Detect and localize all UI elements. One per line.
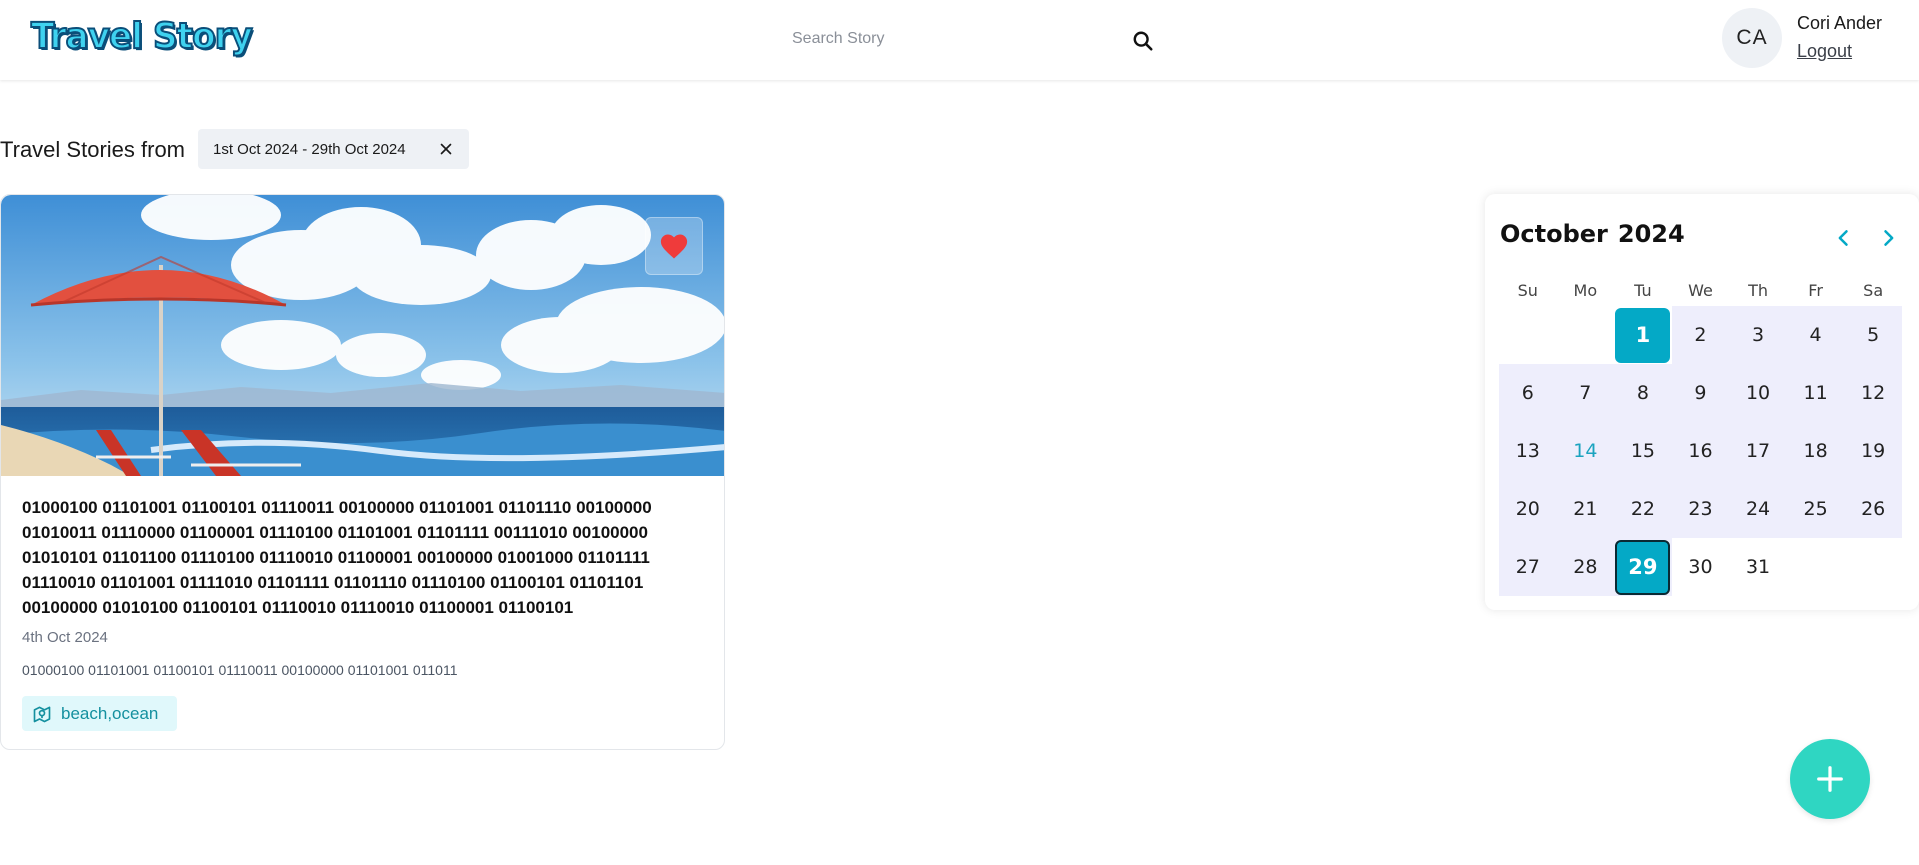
calendar-day[interactable]: 12: [1844, 364, 1902, 422]
calendar-day[interactable]: 27: [1499, 538, 1557, 596]
weekday-label: Su: [1517, 280, 1538, 300]
weekday-label: We: [1688, 280, 1713, 300]
calendar-day[interactable]: 17: [1729, 422, 1787, 480]
calendar-day[interactable]: 23: [1671, 480, 1730, 538]
calendar-year: 2024: [1617, 220, 1685, 248]
story-date: 4th Oct 2024: [22, 629, 108, 646]
avatar: CA: [1722, 8, 1782, 68]
weekday-label: Th: [1748, 280, 1768, 300]
date-range-chip: 1st Oct 2024 - 29th Oct 2024: [198, 129, 469, 169]
calendar-day[interactable]: 10: [1729, 364, 1787, 422]
add-story-button[interactable]: [1790, 739, 1870, 819]
calendar-week: 20 21 22 23 24 25 26: [1499, 480, 1902, 538]
calendar-day[interactable]: 11: [1786, 364, 1845, 422]
map-pin-icon: [33, 706, 51, 722]
calendar-empty-cell: [1787, 538, 1845, 596]
calendar-day[interactable]: 18: [1786, 422, 1845, 480]
calendar-day[interactable]: 21: [1556, 480, 1615, 538]
story-image: [1, 195, 724, 476]
calendar-day[interactable]: 4: [1786, 306, 1845, 364]
search-button[interactable]: [1127, 25, 1159, 57]
story-card[interactable]: 01000100 01101001 01100101 01110011 0010…: [0, 194, 725, 750]
chevron-left-icon: [1838, 230, 1848, 246]
calendar-day[interactable]: 5: [1844, 306, 1902, 364]
calendar-day[interactable]: 25: [1786, 480, 1845, 538]
close-icon[interactable]: [437, 140, 455, 158]
app-logo: Travel Story: [30, 15, 254, 58]
calendar-day[interactable]: 15: [1614, 422, 1672, 480]
weekday-label: Tu: [1634, 280, 1652, 300]
calendar-day[interactable]: 28: [1556, 538, 1615, 596]
weekday-label: Mo: [1573, 280, 1598, 300]
calendar-caption: October 2024: [1500, 220, 1685, 248]
calendar-week: 27 28 29 30 31: [1499, 538, 1902, 596]
calendar-day[interactable]: 29: [1614, 538, 1672, 596]
next-month-button[interactable]: [1873, 223, 1903, 253]
calendar-empty-cell: [1557, 306, 1615, 364]
filter-label: Travel Stories from: [0, 137, 186, 162]
weekday-label: Sa: [1863, 280, 1884, 300]
calendar-day[interactable]: 2: [1671, 306, 1730, 364]
chevron-right-icon: [1884, 230, 1894, 246]
story-tag-label: beach,ocean: [61, 703, 159, 723]
calendar-day[interactable]: 31: [1729, 538, 1787, 596]
calendar-day[interactable]: 9: [1671, 364, 1730, 422]
calendar-empty-cell: [1499, 306, 1557, 364]
calendar-day[interactable]: 22: [1614, 480, 1672, 538]
calendar-week: 6 7 8 9 10 11 12: [1499, 364, 1902, 422]
calendar-day[interactable]: 6: [1499, 364, 1557, 422]
calendar-day[interactable]: 26: [1844, 480, 1902, 538]
story-excerpt: 01000100 01101001 01100101 01110011 0010…: [22, 662, 458, 678]
calendar-day[interactable]: 14: [1556, 422, 1615, 480]
range-end-day: 29: [1615, 539, 1671, 595]
calendar-day[interactable]: 8: [1614, 364, 1672, 422]
calendar-month: October: [1500, 220, 1608, 248]
weekday-label: Fr: [1808, 280, 1823, 300]
previous-month-button[interactable]: [1829, 223, 1859, 253]
logout-link[interactable]: Logout: [1797, 41, 1852, 62]
beach-illustration: [1, 195, 724, 476]
plus-icon: [1817, 766, 1843, 792]
calendar-day[interactable]: 24: [1729, 480, 1787, 538]
search-icon: [1133, 31, 1153, 51]
calendar-day[interactable]: 16: [1671, 422, 1730, 480]
calendar-week: 12345: [1499, 306, 1902, 364]
user-name: Cori Ander: [1797, 13, 1883, 33]
calendar-day[interactable]: 30: [1672, 538, 1730, 596]
calendar-day[interactable]: 13: [1499, 422, 1557, 480]
date-range-calendar: October 2024 Su Mo Tu We Th Fr Sa 1 2 3 4 5 6 7 8 9 10 11…: [1485, 194, 1919, 610]
calendar-weekday-header: Su Mo Tu We Th Fr Sa: [1499, 274, 1902, 306]
calendar-week: 13 14 15 16 17 18 19: [1499, 422, 1902, 480]
story-title: 01000100 01101001 01100101 01110011 0010…: [22, 498, 652, 617]
calendar-day[interactable]: 19: [1844, 422, 1902, 480]
story-tag[interactable]: beach,ocean: [22, 696, 177, 731]
calendar-day[interactable]: 3: [1729, 306, 1787, 364]
calendar-day[interactable]: 7: [1556, 364, 1615, 422]
calendar-day[interactable]: 1: [1614, 306, 1672, 364]
heart-icon: [660, 234, 688, 259]
calendar-days: 1 2 3 4 5 6 7 8 9 10 11 12 13 14 15 16 17 18 19 20 21 22 23 24 2…: [1499, 306, 1902, 596]
calendar-grid: Su Mo Tu We Th Fr Sa 1 2 3 4 5 6 7 8 9 10 11 12 13 14 15 16 17…: [1499, 274, 1902, 596]
navbar: Travel Story CA Cori Ander Logout: [0, 0, 1919, 80]
search-input[interactable]: [772, 20, 1112, 58]
favourite-button[interactable]: [645, 217, 703, 275]
range-start-day: 1: [1615, 307, 1671, 363]
calendar-day[interactable]: 20: [1499, 480, 1557, 538]
date-range-label: 1st Oct 2024 - 29th Oct 2024: [213, 140, 406, 158]
calendar-empty-cell: [1844, 538, 1902, 596]
search-bar: [772, 20, 1162, 58]
